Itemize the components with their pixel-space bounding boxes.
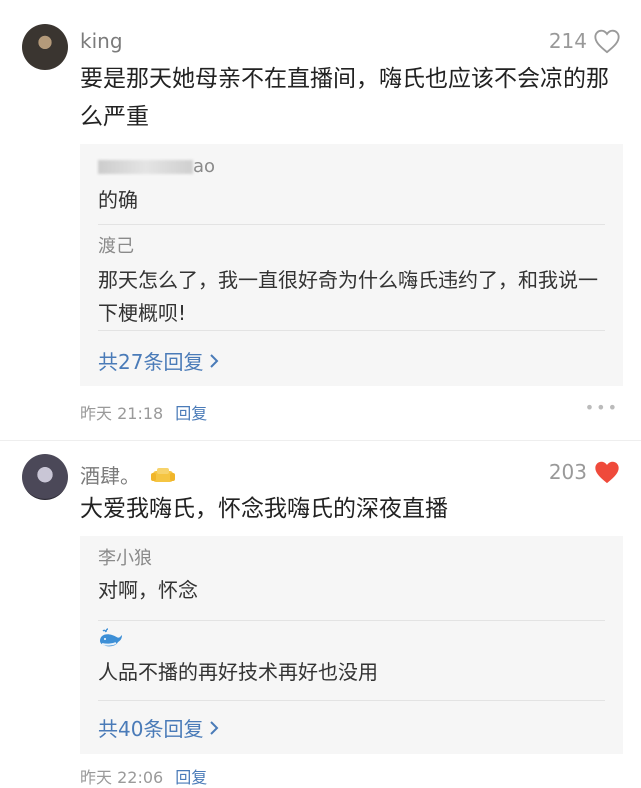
- comment-text: 要是那天她母亲不在直播间，嗨氏也应该不会凉的那么严重: [80, 66, 609, 130]
- vip-badge-icon: [151, 467, 175, 482]
- comment-time: 昨天 21:18: [80, 404, 164, 423]
- comment-username[interactable]: king: [80, 29, 123, 53]
- reply-button[interactable]: 回复: [175, 400, 207, 424]
- reply-username[interactable]: [98, 628, 605, 656]
- comment: king 214 要是那天她母亲不在直播间，嗨氏也应该不会凉的那么严重 ao 的…: [0, 0, 641, 440]
- reply-divider: [98, 700, 605, 701]
- reply-username[interactable]: 李小狼: [98, 548, 605, 570]
- comment-meta: 昨天 21:18 回复: [80, 400, 207, 424]
- avatar[interactable]: [22, 24, 68, 70]
- chevron-right-icon: [210, 353, 219, 368]
- reply-text: 那天怎么了，我一直很好奇为什么嗨氏违约了，和我说一下梗概呗!: [98, 268, 598, 325]
- chevron-right-icon: [210, 720, 219, 735]
- reply-username[interactable]: ao: [98, 156, 605, 178]
- comment-username[interactable]: 酒肆。: [80, 460, 176, 489]
- comment-meta: 昨天 22:06 回复: [80, 764, 207, 788]
- blurred-username: [98, 160, 193, 174]
- reply-box: ao 的确 渡己 那天怎么了，我一直很好奇为什么嗨氏违约了，和我说一下梗概呗! …: [80, 144, 623, 386]
- like-button[interactable]: 214: [549, 28, 621, 54]
- comment: 酒肆。 203 大爱我嗨氏，怀念我嗨氏的深夜直播 李小狼 对啊，怀念 人品不播的…: [0, 440, 641, 787]
- reply-box: 李小狼 对啊，怀念 人品不播的再好技术再好也没用 共40条回复: [80, 536, 623, 754]
- avatar[interactable]: [22, 454, 68, 500]
- reply-text: 对啊，怀念: [98, 578, 198, 602]
- reply-divider: [98, 620, 605, 621]
- heart-outline-icon: [594, 29, 620, 54]
- whale-icon: [100, 628, 122, 647]
- heart-filled-icon: [595, 461, 619, 484]
- reply: 渡己 那天怎么了，我一直很好奇为什么嗨氏违约了，和我说一下梗概呗!: [80, 236, 623, 330]
- reply: 李小狼 对啊，怀念: [80, 548, 623, 607]
- reply-button[interactable]: 回复: [175, 764, 207, 788]
- reply-text: 人品不播的再好技术再好也没用: [98, 660, 378, 684]
- view-all-replies-link[interactable]: 共27条回复: [98, 346, 219, 375]
- more-dots-icon[interactable]: •••: [585, 398, 619, 417]
- like-count: 203: [548, 460, 587, 484]
- reply-text: 的确: [98, 188, 138, 212]
- reply-username[interactable]: 渡己: [98, 236, 605, 258]
- reply-divider: [98, 224, 605, 225]
- like-count: 214: [548, 29, 587, 53]
- like-button[interactable]: 203: [549, 459, 621, 485]
- comment-time: 昨天 22:06: [80, 768, 164, 787]
- comment-text: 大爱我嗨氏，怀念我嗨氏的深夜直播: [80, 496, 448, 522]
- view-all-replies-link[interactable]: 共40条回复: [98, 713, 219, 742]
- reply: 人品不播的再好技术再好也没用: [80, 628, 623, 689]
- reply: ao 的确: [80, 156, 623, 217]
- reply-divider: [98, 330, 605, 331]
